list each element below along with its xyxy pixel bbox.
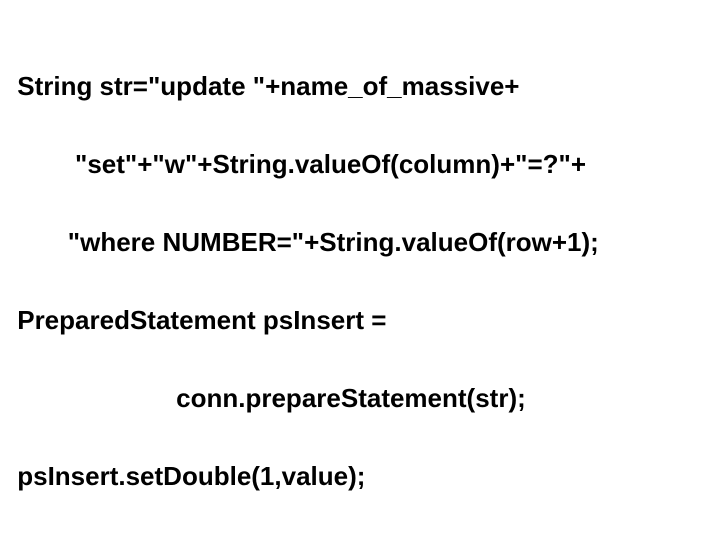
code-line: psInsert.executeUpdate();} bbox=[10, 535, 710, 540]
code-line: PreparedStatement psInsert = bbox=[10, 301, 710, 340]
code-line: psInsert.setDouble(1,value); bbox=[10, 457, 710, 496]
code-line: "set"+"w"+String.valueOf(column)+"=?"+ bbox=[10, 145, 710, 184]
code-block: String str="update "+name_of_massive+ "s… bbox=[0, 0, 720, 540]
code-line: "where NUMBER="+String.valueOf(row+1); bbox=[10, 223, 710, 262]
code-line: conn.prepareStatement(str); bbox=[10, 379, 710, 418]
code-line: String str="update "+name_of_massive+ bbox=[10, 67, 710, 106]
